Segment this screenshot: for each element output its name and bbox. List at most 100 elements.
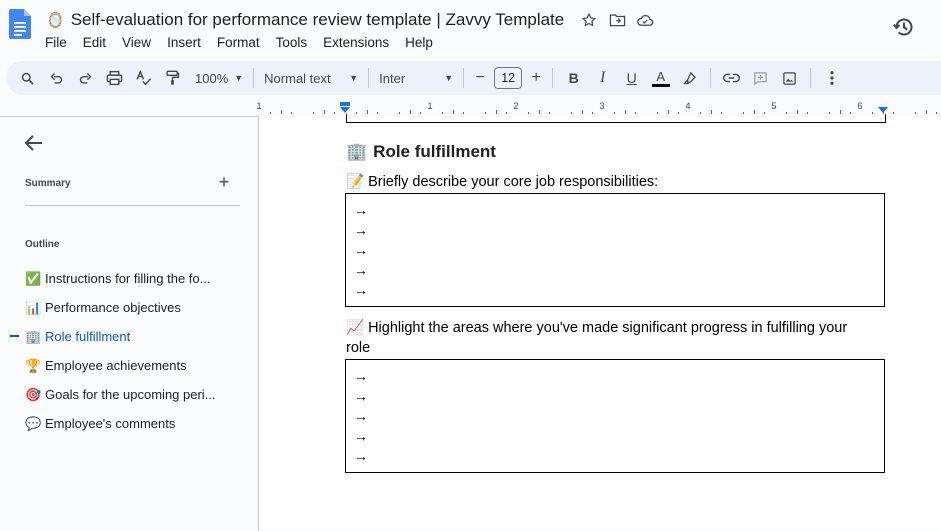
text-color-letter: A xyxy=(656,68,665,84)
outline-item-label: Instructions for filling the fo... xyxy=(45,271,211,286)
increase-font-size-button[interactable]: + xyxy=(526,64,546,92)
add-summary-button[interactable]: + xyxy=(214,172,234,192)
outline-item-label: Employee's comments xyxy=(45,416,176,431)
menu-edit[interactable]: Edit xyxy=(75,33,114,52)
menu-view[interactable]: View xyxy=(114,33,159,52)
ruler-tick xyxy=(334,112,336,114)
trophy-icon: 🏆 xyxy=(25,357,42,373)
back-arrow-icon[interactable] xyxy=(22,131,46,155)
ruler-label: 5 xyxy=(771,101,777,111)
spellcheck-icon[interactable] xyxy=(129,64,158,92)
question-progress: 📈 Highlight the areas where you've made s… xyxy=(346,318,886,358)
title-bar: 🪞 Self-evaluation for performance review… xyxy=(0,0,941,56)
outline-list: ✅ Instructions for filling the fo... 📊 P… xyxy=(0,264,258,438)
toolbar-divider xyxy=(810,68,812,88)
undo-icon[interactable] xyxy=(42,64,71,92)
arrow-bullet: → xyxy=(354,242,368,258)
arrow-bullet: → xyxy=(354,448,368,464)
highlight-color-icon[interactable] xyxy=(675,64,704,92)
insert-link-icon[interactable] xyxy=(717,64,746,92)
left-indent-marker[interactable] xyxy=(340,107,350,113)
outline-item-instructions[interactable]: ✅ Instructions for filling the fo... xyxy=(0,264,258,293)
zoom-select[interactable]: 100% ▼ xyxy=(191,64,247,92)
arrow-bullet: → xyxy=(354,282,368,298)
outline-item-label: Goals for the upcoming peri... xyxy=(45,387,216,402)
insert-image-icon[interactable] xyxy=(775,64,804,92)
title-emoji: 🪞 xyxy=(46,11,65,29)
chart-increasing-icon: 📈 xyxy=(346,320,365,336)
add-comment-icon[interactable] xyxy=(746,64,775,92)
outline-item-goals[interactable]: 🎯 Goals for the upcoming peri... xyxy=(0,380,258,409)
paragraph-style-select[interactable]: Normal text ▼ xyxy=(260,64,362,92)
cloud-status-icon[interactable] xyxy=(636,11,654,29)
document-title[interactable]: Self-evaluation for performance review t… xyxy=(71,10,565,30)
zoom-value: 100% xyxy=(195,70,229,86)
outline-item-employee-achievements[interactable]: 🏆 Employee achievements xyxy=(0,351,258,380)
document-outline-panel: Summary + Outline ✅ Instructions for fil… xyxy=(0,116,259,531)
responsibilities-answer-box[interactable]: → → → → → xyxy=(345,193,885,307)
ruler-label: 3 xyxy=(599,101,605,111)
version-history-icon[interactable] xyxy=(892,15,916,39)
docs-logo-icon[interactable] xyxy=(9,9,31,39)
ruler-tick xyxy=(312,112,314,114)
first-line-indent-marker[interactable] xyxy=(340,102,350,106)
menu-extensions[interactable]: Extensions xyxy=(315,33,397,52)
arrow-bullet: → xyxy=(354,368,368,384)
more-options-icon[interactable] xyxy=(817,64,846,92)
font-value: Inter xyxy=(379,70,406,86)
ruler-label: 2 xyxy=(513,101,519,111)
question-text-continued: role xyxy=(346,340,371,356)
ruler-tick xyxy=(269,112,271,114)
menu-help[interactable]: Help xyxy=(397,33,441,52)
office-building-icon: 🏢 xyxy=(346,142,368,161)
memo-icon: 📝 xyxy=(346,174,365,190)
document-page[interactable]: 🏢 Role fulfillment 📝 Briefly describe you… xyxy=(260,114,941,530)
question-responsibilities: 📝 Briefly describe your core job responsi… xyxy=(346,172,658,192)
ruler-tick xyxy=(925,110,927,114)
chevron-down-icon: ▼ xyxy=(444,73,454,83)
bold-button[interactable]: B xyxy=(559,64,588,92)
arrow-bullet: → xyxy=(354,222,368,238)
menu-insert[interactable]: Insert xyxy=(159,33,209,52)
menu-format[interactable]: Format xyxy=(209,33,268,52)
chevron-down-icon: ▼ xyxy=(349,73,359,83)
ruler-tick xyxy=(280,110,282,114)
menu-file[interactable]: File xyxy=(37,33,75,52)
italic-button[interactable]: I xyxy=(588,64,617,92)
heading-text: Role fulfillment xyxy=(373,142,496,161)
font-size-input[interactable]: 12 xyxy=(494,67,523,89)
move-folder-icon[interactable] xyxy=(608,11,626,29)
outline-item-performance-objectives[interactable]: 📊 Performance objectives xyxy=(0,293,258,322)
ruler-tick xyxy=(323,110,325,114)
document-canvas: 🏢 Role fulfillment 📝 Briefly describe you… xyxy=(259,114,941,530)
menu-tools[interactable]: Tools xyxy=(268,33,316,52)
outline-item-employee-comments[interactable]: 💬 Employee's comments xyxy=(0,409,258,438)
outline-heading: Outline xyxy=(25,239,60,250)
ruler-label: 4 xyxy=(685,101,691,111)
toolbar-divider xyxy=(710,68,712,88)
outline-item-label: Performance objectives xyxy=(45,300,181,315)
decrease-font-size-button[interactable]: − xyxy=(470,64,490,92)
toolbar-divider xyxy=(253,68,255,88)
outline-item-role-fulfillment[interactable]: 🏢 Role fulfillment xyxy=(0,322,258,351)
progress-answer-box[interactable]: → → → → → xyxy=(345,359,885,473)
sidebar-divider xyxy=(25,205,240,206)
text-color-button[interactable]: A xyxy=(646,64,675,92)
office-building-icon: 🏢 xyxy=(25,328,42,344)
paint-format-icon[interactable] xyxy=(158,64,187,92)
redo-icon[interactable] xyxy=(71,64,100,92)
arrow-bullet: → xyxy=(354,408,368,424)
search-menus-icon[interactable] xyxy=(13,64,42,92)
toolbar: 100% ▼ Normal text ▼ Inter ▼ − 12 + B I … xyxy=(6,61,941,95)
ruler-tick xyxy=(893,112,895,114)
speech-bubble-icon: 💬 xyxy=(25,415,42,431)
check-icon: ✅ xyxy=(25,270,42,286)
print-icon[interactable] xyxy=(100,64,129,92)
menu-bar: File Edit View Insert Format Tools Exten… xyxy=(37,33,441,52)
underline-button[interactable]: U xyxy=(617,64,646,92)
arrow-bullet: → xyxy=(354,428,368,444)
font-select[interactable]: Inter ▼ xyxy=(375,64,457,92)
ruler-label: 1 xyxy=(256,101,262,111)
question-text: Briefly describe your core job responsib… xyxy=(368,174,659,190)
star-icon[interactable] xyxy=(580,11,598,29)
